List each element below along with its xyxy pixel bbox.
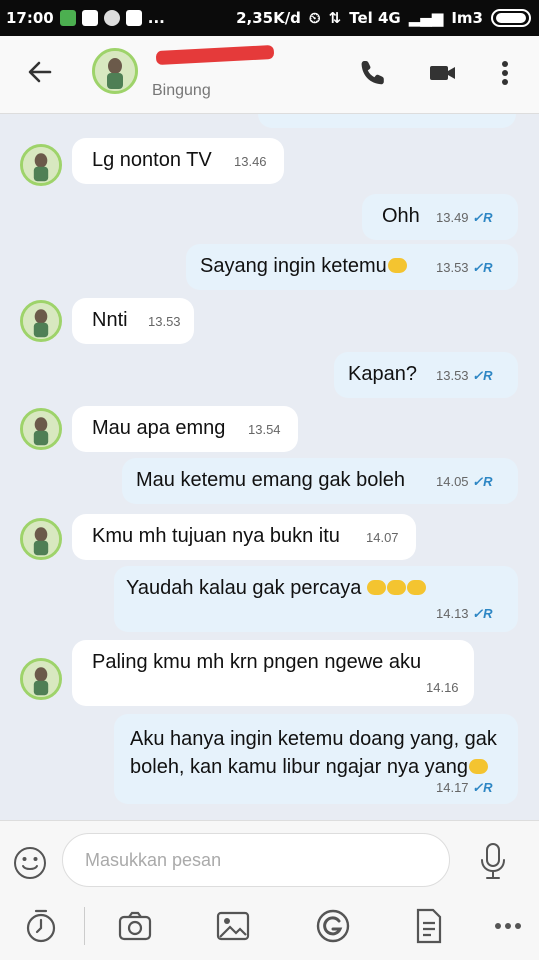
chat-area[interactable]: Lg nonton TV 13.46 Ohh 13.49 ✓R Sayang i…: [0, 114, 539, 820]
message-text: Paling kmu mh krn pngen ngewe aku: [92, 651, 422, 673]
message-time: 14.16: [426, 680, 459, 695]
timer-icon[interactable]: [22, 907, 60, 945]
emoji-icon: [469, 759, 488, 774]
message-text: Yaudah kalau gak percaya: [126, 577, 362, 599]
contact-avatar[interactable]: [92, 48, 138, 94]
message-time: 14.17: [436, 780, 469, 795]
g-icon[interactable]: [314, 907, 352, 945]
image-icon[interactable]: [214, 907, 252, 945]
message-time: 14.05: [436, 474, 469, 489]
signal-icon: ▂▄▆: [408, 9, 444, 27]
message-text: Aku hanya ingin ketemu doang yang, gak b…: [130, 728, 497, 778]
message-text: Nnti: [92, 309, 128, 331]
document-icon[interactable]: [410, 907, 448, 945]
smiley-icon[interactable]: [12, 845, 48, 881]
contact-avatar: [20, 144, 62, 186]
message-bubble-incoming[interactable]: Kmu mh tujuan nya bukn itu 14.07: [72, 514, 416, 560]
message-time: 13.46: [234, 154, 267, 169]
message-text: Mau ketemu emang gak boleh: [136, 469, 406, 491]
message-time: 13.53: [148, 314, 181, 329]
emoji-icon: [367, 580, 387, 595]
emoji-icon: [387, 258, 407, 273]
read-receipt-icon: ✓R: [472, 260, 493, 275]
message-text: Mau apa emng: [92, 417, 226, 439]
toolbar-divider: [84, 907, 85, 945]
back-arrow-icon[interactable]: [24, 56, 56, 88]
network-speed: 2,35K/d: [236, 9, 301, 27]
carrier-1: Tel 4G: [349, 9, 401, 27]
status-bar: 17:00 ... 2,35K/d ⏲ ⇅ Tel 4G ▂▄▆ Im3: [0, 0, 539, 36]
composer: Masukkan pesan: [0, 820, 539, 960]
more-horiz-icon[interactable]: [494, 907, 522, 945]
read-receipt-icon: ✓R: [472, 780, 493, 795]
contact-avatar: [20, 300, 62, 342]
contact-name-redacted: [155, 44, 275, 66]
message-bubble-outgoing[interactable]: Mau ketemu emang gak boleh 14.05 ✓R: [122, 458, 518, 504]
carrier-2: Im3: [451, 9, 483, 27]
message-text: Sayang ingin ketemu: [200, 255, 387, 277]
camera-icon[interactable]: [116, 907, 154, 945]
message-time: 13.54: [248, 422, 281, 437]
alarm-icon: ⏲: [308, 9, 321, 27]
message-bubble-incoming[interactable]: Paling kmu mh krn pngen ngewe aku 14.16: [72, 640, 474, 706]
message-bubble-outgoing[interactable]: Kapan? 13.53 ✓R: [334, 352, 518, 398]
message-time: 13.53: [436, 368, 469, 383]
contact-avatar: [20, 658, 62, 700]
contact-avatar: [20, 408, 62, 450]
message-time: 13.53: [436, 260, 469, 275]
facebook-notification-icon: [81, 10, 98, 26]
more-vert-icon[interactable]: [495, 58, 515, 88]
contact-avatar: [20, 518, 62, 560]
message-text: Ohh: [382, 205, 420, 227]
whatsapp-notification-icon: [59, 10, 76, 26]
message-time: 14.07: [366, 530, 399, 545]
clock: 17:00: [6, 9, 54, 27]
contact-status: Bingung: [152, 82, 211, 99]
read-receipt-icon: ✓R: [472, 606, 493, 621]
message-bubble-outgoing[interactable]: Aku hanya ingin ketemu doang yang, gak b…: [114, 714, 518, 804]
message-text: Kmu mh tujuan nya bukn itu: [92, 525, 340, 547]
data-arrows-icon: ⇅: [328, 9, 342, 27]
message-time: 14.13: [436, 606, 469, 621]
app-notification-icon: [103, 10, 120, 26]
message-input[interactable]: Masukkan pesan: [62, 833, 450, 887]
message-bubble-partial: [258, 114, 516, 128]
message-bubble-incoming[interactable]: Lg nonton TV 13.46: [72, 138, 284, 184]
message-bubble-outgoing[interactable]: Sayang ingin ketemu 13.53 ✓R: [186, 244, 518, 290]
video-call-icon[interactable]: [428, 58, 458, 88]
message-bubble-incoming[interactable]: Nnti 13.53: [72, 298, 194, 344]
message-input-placeholder: Masukkan pesan: [85, 850, 222, 870]
facebook-notification-icon: [125, 10, 142, 26]
read-receipt-icon: ✓R: [472, 368, 493, 383]
battery-icon: [491, 9, 531, 27]
chat-header: Bingung: [0, 36, 539, 114]
emoji-icon: [407, 580, 427, 595]
message-bubble-outgoing[interactable]: Ohh 13.49 ✓R: [362, 194, 518, 240]
message-text: Lg nonton TV: [92, 149, 212, 171]
read-receipt-icon: ✓R: [472, 474, 493, 489]
message-bubble-outgoing[interactable]: Yaudah kalau gak percaya 14.13 ✓R: [114, 566, 518, 632]
read-receipt-icon: ✓R: [472, 210, 493, 225]
message-text: Kapan?: [348, 363, 417, 385]
phone-icon[interactable]: [358, 58, 388, 88]
message-time: 13.49: [436, 210, 469, 225]
emoji-icon: [387, 580, 407, 595]
microphone-icon[interactable]: [478, 841, 508, 881]
more-notifications-icon: ...: [147, 9, 165, 27]
message-bubble-incoming[interactable]: Mau apa emng 13.54: [72, 406, 298, 452]
